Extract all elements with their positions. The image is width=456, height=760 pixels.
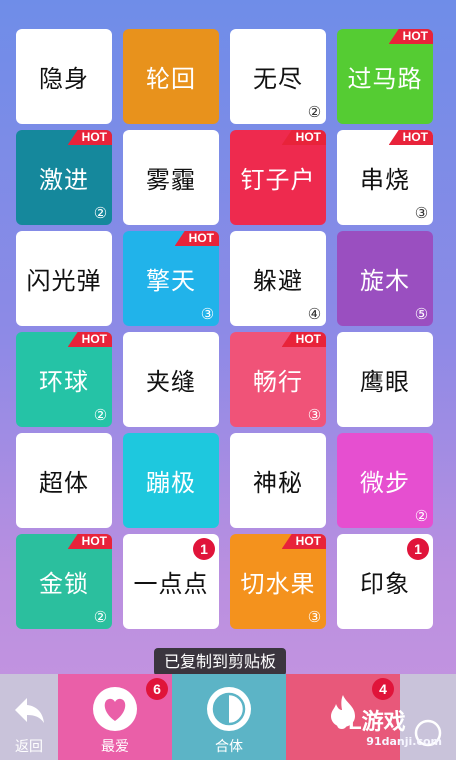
favorite-button[interactable]: 6 最爱 xyxy=(58,674,172,760)
level-indicator: ④ xyxy=(307,306,322,323)
tile-word: 擎天 xyxy=(146,267,196,295)
word-tile[interactable]: 激进 HOT ② xyxy=(16,130,112,225)
level-indicator: ② xyxy=(307,104,322,121)
combine-button[interactable]: 合体 xyxy=(172,674,286,760)
tile-word: 畅行 xyxy=(253,368,303,396)
word-tile[interactable]: 轮回 xyxy=(123,29,219,124)
tile-word: 串烧 xyxy=(360,166,410,194)
half-circle-icon xyxy=(207,687,251,731)
word-tile[interactable]: 钉子户 HOT xyxy=(230,130,326,225)
word-tile[interactable]: 躲避 ④ xyxy=(230,231,326,326)
favorite-count-badge: 6 xyxy=(146,678,168,700)
tile-word: 切水果 xyxy=(240,570,316,598)
word-tile[interactable]: 环球 HOT ② xyxy=(16,332,112,427)
word-tile[interactable]: 神秘 xyxy=(230,433,326,528)
tile-word: 无尽 xyxy=(253,65,303,93)
tile-word: 钉子户 xyxy=(240,166,316,194)
hot-tag: HOT xyxy=(67,534,112,549)
hot-count-badge: 4 xyxy=(372,678,394,700)
hot-tag: HOT xyxy=(67,332,112,347)
word-tile[interactable]: 一点点 1 xyxy=(123,534,219,629)
heart-icon xyxy=(93,687,137,731)
word-tile[interactable]: 无尽 ② xyxy=(230,29,326,124)
tile-word: 鹰眼 xyxy=(360,368,410,396)
hot-tag: HOT xyxy=(388,130,433,145)
hot-tag: HOT xyxy=(281,534,326,549)
watermark-logo: 9L游戏 xyxy=(336,709,406,734)
word-tile[interactable]: 超体 xyxy=(16,433,112,528)
word-tile[interactable]: 印象 1 xyxy=(337,534,433,629)
word-tile[interactable]: 畅行 HOT ③ xyxy=(230,332,326,427)
tile-word: 超体 xyxy=(39,469,89,497)
word-tile[interactable]: 雾霾 xyxy=(123,130,219,225)
word-tile[interactable]: 擎天 HOT ③ xyxy=(123,231,219,326)
hot-tag: HOT xyxy=(281,130,326,145)
tile-word: 印象 xyxy=(360,570,410,598)
word-tile[interactable]: 微步 ② xyxy=(337,433,433,528)
watermark-site: 91danji.com xyxy=(366,735,442,748)
level-indicator: ② xyxy=(93,205,108,222)
tile-word: 环球 xyxy=(39,368,89,396)
tile-word: 蹦极 xyxy=(146,469,196,497)
word-tile[interactable]: 旋木 ⑤ xyxy=(337,231,433,326)
word-tile[interactable]: 蹦极 xyxy=(123,433,219,528)
back-arrow-icon xyxy=(15,698,44,723)
level-indicator: ③ xyxy=(414,205,429,222)
tile-word: 闪光弹 xyxy=(26,267,102,295)
new-count-badge: 1 xyxy=(193,538,215,560)
tile-word: 过马路 xyxy=(347,65,423,93)
tile-word: 夹缝 xyxy=(146,368,196,396)
tile-word: 旋木 xyxy=(360,267,410,295)
word-tile[interactable]: 金锁 HOT ② xyxy=(16,534,112,629)
hot-tag: HOT xyxy=(388,29,433,44)
level-indicator: ② xyxy=(93,407,108,424)
level-indicator: ③ xyxy=(307,407,322,424)
tile-word: 雾霾 xyxy=(146,166,196,194)
tile-word: 轮回 xyxy=(146,65,196,93)
word-tile[interactable]: 隐身 xyxy=(16,29,112,124)
word-tile[interactable]: 串烧 HOT ③ xyxy=(337,130,433,225)
tile-word: 神秘 xyxy=(253,469,303,497)
tile-word: 躲避 xyxy=(253,267,303,295)
word-grid: 隐身 轮回 无尽 ② 过马路 HOT 激进 HOT ② 雾霾 钉子户 HOT 串烧 HOT ③ 闪光弹 擎天 HO… xyxy=(16,29,440,629)
tile-word: 一点点 xyxy=(133,570,209,598)
tile-word: 金锁 xyxy=(39,570,89,598)
site-watermark: 9L游戏 91danji.com xyxy=(336,708,448,754)
bottom-bar: 返回 6 最爱 合体 4 9L游戏 91danji.com xyxy=(0,674,456,760)
tile-word: 激进 xyxy=(39,166,89,194)
level-indicator: ⑤ xyxy=(414,306,429,323)
word-tile[interactable]: 鹰眼 xyxy=(337,332,433,427)
tile-word: 微步 xyxy=(360,469,410,497)
level-indicator: ③ xyxy=(200,306,215,323)
level-indicator: ③ xyxy=(307,609,322,626)
hot-tag: HOT xyxy=(67,130,112,145)
level-indicator: ② xyxy=(414,508,429,525)
level-indicator: ② xyxy=(93,609,108,626)
favorite-label: 最爱 xyxy=(101,739,129,755)
tile-word: 隐身 xyxy=(39,65,89,93)
word-tile[interactable]: 切水果 HOT ③ xyxy=(230,534,326,629)
new-count-badge: 1 xyxy=(407,538,429,560)
hot-tag: HOT xyxy=(281,332,326,347)
combine-label: 合体 xyxy=(215,739,243,755)
back-button[interactable]: 返回 xyxy=(0,674,58,760)
copied-toast: 已复制到剪贴板 xyxy=(154,648,287,676)
word-tile[interactable]: 闪光弹 xyxy=(16,231,112,326)
back-label: 返回 xyxy=(15,739,43,755)
word-tile[interactable]: 过马路 HOT xyxy=(337,29,433,124)
word-tile[interactable]: 夹缝 xyxy=(123,332,219,427)
hot-tag: HOT xyxy=(174,231,219,246)
